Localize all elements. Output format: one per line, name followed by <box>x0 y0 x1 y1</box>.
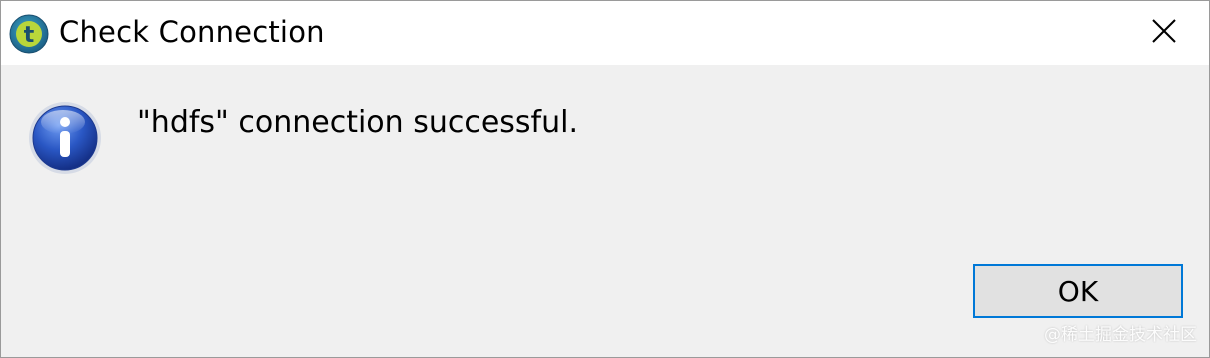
title-bar[interactable]: t Check Connection <box>1 1 1209 65</box>
watermark: @稀土掘金技术社区 <box>1044 325 1197 345</box>
dialog-content: "hdfs" connection successful. OK @稀土掘金技术… <box>1 65 1209 357</box>
svg-text:t: t <box>24 23 35 48</box>
window-title: Check Connection <box>59 15 325 49</box>
dialog-message: "hdfs" connection successful. <box>137 105 579 140</box>
info-icon <box>27 100 103 176</box>
dialog-window: t Check Connection "hdfs" connection suc… <box>0 0 1210 358</box>
ok-button[interactable]: OK <box>973 264 1183 318</box>
close-button[interactable] <box>1119 1 1209 65</box>
close-icon <box>1151 18 1177 48</box>
ok-button-label: OK <box>1057 274 1099 308</box>
talend-t-icon: t <box>9 14 49 54</box>
